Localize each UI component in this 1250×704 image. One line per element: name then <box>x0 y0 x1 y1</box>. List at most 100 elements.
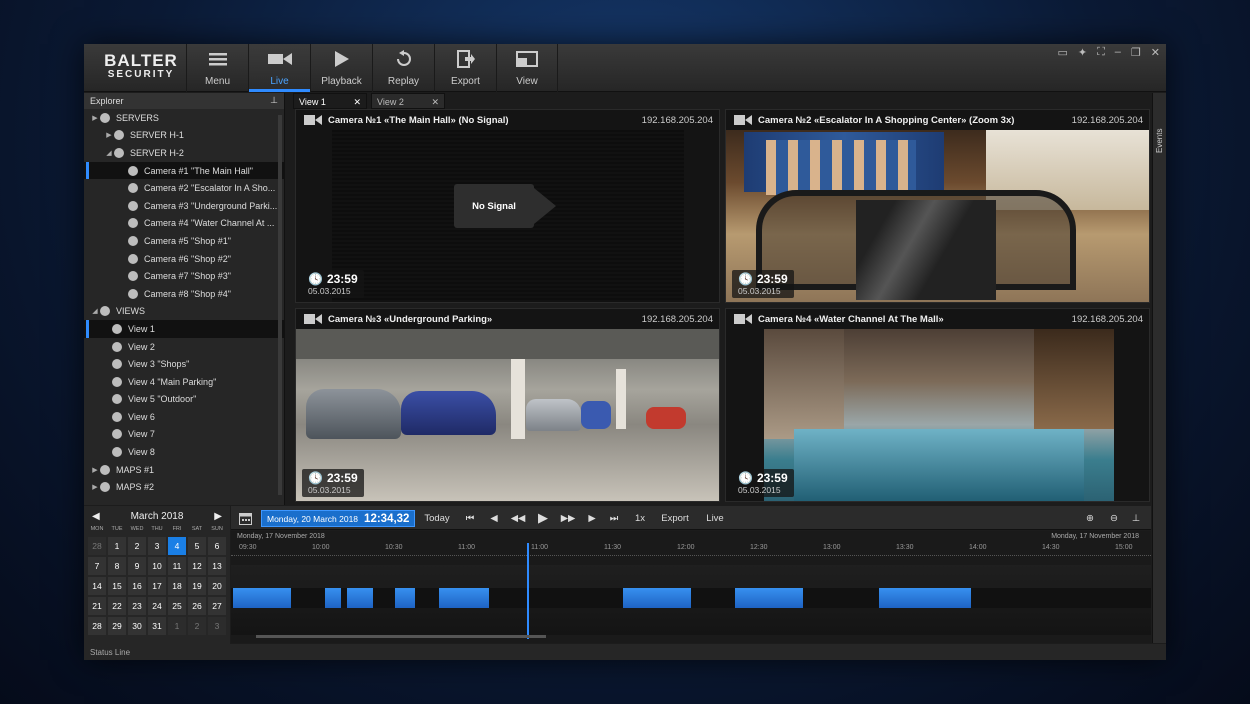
calendar-day[interactable]: 23 <box>127 596 147 616</box>
calendar-day[interactable]: 16 <box>127 576 147 596</box>
calendar-day[interactable]: 21 <box>87 596 107 616</box>
tree-view-5[interactable]: View 5 "Outdoor" <box>84 391 284 409</box>
step-forward-icon[interactable]: ▶ <box>583 506 601 530</box>
collapse-arrow-icon[interactable]: ◢ <box>104 149 114 157</box>
skip-end-icon[interactable]: ⏭ <box>605 506 623 530</box>
tree-view-2[interactable]: View 2 <box>84 338 284 356</box>
view-button[interactable]: View <box>496 44 558 92</box>
calendar-day[interactable]: 25 <box>167 596 187 616</box>
calendar-day[interactable]: 12 <box>187 556 207 576</box>
calendar-day[interactable]: 14 <box>87 576 107 596</box>
calendar-day[interactable]: 26 <box>187 596 207 616</box>
step-back-icon[interactable]: ◀ <box>485 506 503 530</box>
recording-segment[interactable] <box>395 588 415 608</box>
fullscreen-icon[interactable]: ⛶ <box>1097 46 1105 59</box>
tree-camera-6[interactable]: Camera #6 "Shop #2" <box>84 250 284 268</box>
timeline-export-button[interactable]: Export <box>655 506 695 530</box>
calendar-day[interactable]: 8 <box>107 556 127 576</box>
zoom-in-icon[interactable]: ⊕ <box>1081 506 1099 530</box>
timeline[interactable]: Monday, 17 November 2018 Monday, 17 Nove… <box>231 531 1151 643</box>
next-month-icon[interactable]: ▶ <box>214 511 222 522</box>
tree-view-4[interactable]: View 4 "Main Parking" <box>84 373 284 391</box>
calendar-day[interactable]: 19 <box>187 576 207 596</box>
tree-view-6[interactable]: View 6 <box>84 408 284 426</box>
calendar-day[interactable]: 1 <box>167 616 187 636</box>
recording-segment[interactable] <box>879 588 971 608</box>
fast-forward-icon[interactable]: ▶▶ <box>557 506 579 530</box>
recording-segment[interactable] <box>233 588 291 608</box>
calendar-day[interactable]: 24 <box>147 596 167 616</box>
tree-server-h2[interactable]: ◢ SERVER H-2 <box>84 144 284 162</box>
explorer-scrollbar[interactable] <box>278 115 282 495</box>
tab-view-1[interactable]: View 1 ✕ <box>293 93 367 109</box>
tree-view-8[interactable]: View 8 <box>84 443 284 461</box>
tree-camera-8[interactable]: Camera #8 "Shop #4" <box>84 285 284 303</box>
calendar-day[interactable]: 3 <box>147 536 167 556</box>
calendar-day[interactable]: 11 <box>167 556 187 576</box>
calendar-day[interactable]: 2 <box>127 536 147 556</box>
calendar-day[interactable]: 13 <box>207 556 227 576</box>
tree-maps-2[interactable]: ▶ MAPS #2 <box>84 478 284 496</box>
pin-icon[interactable]: ⊥ <box>270 95 278 106</box>
pin-icon[interactable]: ✦ <box>1078 46 1087 59</box>
calendar-day[interactable]: 15 <box>107 576 127 596</box>
play-icon[interactable]: ▶ <box>533 506 553 530</box>
recording-segment[interactable] <box>325 588 341 608</box>
calendar-day[interactable]: 2 <box>187 616 207 636</box>
calendar-day[interactable]: 17 <box>147 576 167 596</box>
expand-arrow-icon[interactable]: ▶ <box>104 131 114 139</box>
rewind-icon[interactable]: ◀◀ <box>507 506 529 530</box>
calendar-day[interactable]: 1 <box>107 536 127 556</box>
skip-start-icon[interactable]: ⏮ <box>461 506 479 530</box>
calendar-day[interactable]: 6 <box>207 536 227 556</box>
calendar-day[interactable]: 22 <box>107 596 127 616</box>
tree-camera-3[interactable]: Camera #3 "Underground Parki... <box>84 197 284 215</box>
tree-maps-1[interactable]: ▶ MAPS #1 <box>84 461 284 479</box>
calendar-icon[interactable] <box>235 506 255 530</box>
tree-server-h1[interactable]: ▶ SERVER H-1 <box>84 127 284 145</box>
expand-arrow-icon[interactable]: ▶ <box>90 483 100 491</box>
prev-month-icon[interactable]: ◀ <box>92 511 100 522</box>
timeline-scrollbar[interactable] <box>256 635 546 638</box>
collapse-arrow-icon[interactable]: ◢ <box>90 307 100 315</box>
camera-tile-4[interactable]: Camera №4 «Water Channel At The Mall» 19… <box>725 308 1150 502</box>
playback-button[interactable]: Playback <box>310 44 372 92</box>
calendar-day[interactable]: 28 <box>87 616 107 636</box>
calendar-day[interactable]: 9 <box>127 556 147 576</box>
tree-views[interactable]: ◢ VIEWS <box>84 303 284 321</box>
tree-servers[interactable]: ▶ SERVERS <box>84 109 284 127</box>
calendar-day[interactable]: 20 <box>207 576 227 596</box>
expand-arrow-icon[interactable]: ▶ <box>90 466 100 474</box>
recording-segment[interactable] <box>439 588 489 608</box>
playhead[interactable] <box>527 543 529 639</box>
export-button[interactable]: Export <box>434 44 496 92</box>
replay-button[interactable]: Replay <box>372 44 434 92</box>
camera-tile-3[interactable]: Camera №3 «Underground Parking» 192.168.… <box>295 308 720 502</box>
tree-view-1[interactable]: View 1 <box>84 320 284 338</box>
speed-button[interactable]: 1x <box>629 506 651 530</box>
calendar-day[interactable]: 7 <box>87 556 107 576</box>
close-tab-icon[interactable]: ✕ <box>431 97 439 108</box>
tree-view-3[interactable]: View 3 "Shops" <box>84 355 284 373</box>
calendar-day[interactable]: 18 <box>167 576 187 596</box>
calendar-day[interactable]: 30 <box>127 616 147 636</box>
menu-button[interactable]: Menu <box>186 44 248 92</box>
tree-view-7[interactable]: View 7 <box>84 426 284 444</box>
tree-camera-1[interactable]: Camera #1 "The Main Hall" <box>84 161 284 180</box>
expand-arrow-icon[interactable]: ▶ <box>90 114 100 122</box>
calendar-day[interactable]: 4 <box>167 536 187 556</box>
calendar-day[interactable]: 3 <box>207 616 227 636</box>
camera-tile-2[interactable]: Camera №2 «Escalator In A Shopping Cente… <box>725 109 1150 303</box>
pin-icon[interactable]: ⊥ <box>1129 506 1143 530</box>
calendar-day[interactable]: 31 <box>147 616 167 636</box>
restore-icon[interactable]: ❐ <box>1131 46 1141 59</box>
tree-camera-4[interactable]: Camera #4 "Water Channel At ... <box>84 215 284 233</box>
calendar-day[interactable]: 28 <box>87 536 107 556</box>
minimize-icon[interactable]: – <box>1115 46 1121 59</box>
tree-camera-7[interactable]: Camera #7 "Shop #3" <box>84 267 284 285</box>
tree-camera-5[interactable]: Camera #5 "Shop #1" <box>84 232 284 250</box>
close-icon[interactable]: ✕ <box>1151 46 1160 59</box>
close-tab-icon[interactable]: ✕ <box>353 97 361 108</box>
current-datetime[interactable]: Monday, 20 March 2018 12:34,32 <box>261 510 416 527</box>
calendar-day[interactable]: 29 <box>107 616 127 636</box>
